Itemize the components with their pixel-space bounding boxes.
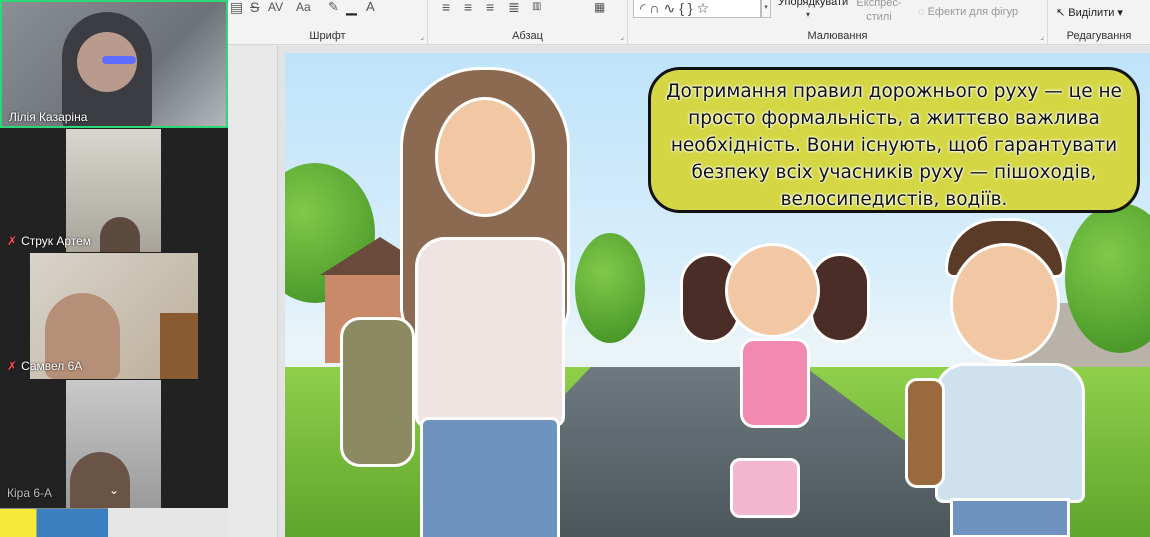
face-shape [435,97,535,217]
participant-name: Лілія Казаріна [9,110,88,124]
backpack-shape [905,378,945,488]
cursor-icon: ↖ [1056,7,1069,19]
slide-canvas[interactable]: Дотримання правил дорожнього руху — це н… [285,53,1150,537]
select-label: Виділити [1068,7,1115,19]
shape-effects-label: Ефекти для фігур [927,6,1019,18]
quick-styles-button[interactable]: Експрес-стилі [853,0,905,24]
jeans-shape [420,417,560,537]
door-shape [160,313,198,379]
font-dialog-launcher-icon[interactable]: ⌟ [420,32,424,41]
participant-name: Кіра 6-А [7,486,53,500]
group-label-font: Шрифт [309,30,346,42]
video-tile-self[interactable]: Лілія Казаріна [0,0,228,128]
top-shape [740,338,810,428]
shirt-shape [415,237,565,427]
face-shape [950,243,1060,363]
slide-mini-thumbnail[interactable] [0,508,108,537]
mic-muted-icon: ✗ [7,234,18,248]
clear-format-icon[interactable]: ▤ [230,0,243,14]
arrange-dropdown-icon[interactable]: ▾ [806,10,810,19]
align-center-icon[interactable]: ≡ [464,0,472,14]
shirt-shape [935,363,1085,503]
char-spacing-icon[interactable]: AV [268,0,283,14]
bubble-text[interactable]: Дотримання правил дорожнього руху — це н… [665,78,1123,213]
change-case-icon[interactable]: Aa [296,0,311,14]
drawing-dialog-launcher-icon[interactable]: ⌟ [1040,32,1044,41]
shape-effects-icon: ◌ [918,6,928,18]
group-label-drawing: Малювання [807,30,868,42]
mic-muted-icon: ✗ [7,359,18,373]
backpack-shape [340,317,415,467]
face-shape [725,243,820,338]
ribbon-group-drawing: ◜∩∿{}☆ ▾ Упорядкувати ▾ Експрес-стилі ◌ … [628,0,1048,45]
ribbon-group-font: ▤ S AV Aa ✎ ▁ A Шрифт ⌟ [228,0,428,45]
brush-icon: ✎ [328,0,339,14]
slide-thumbnail-strip[interactable] [228,46,278,537]
ribbon-group-editing: ↖ Виділити ▾ Редагування [1048,0,1150,45]
align-left-icon[interactable]: ≡ [442,0,450,14]
teen-girl-image [340,67,615,537]
highlight-icon[interactable]: ▁ [346,0,357,14]
chevron-down-icon[interactable]: ⌄ [103,482,125,498]
ribbon: ▤ S AV Aa ✎ ▁ A Шрифт ⌟ ≡ ≡ ≡ ≣ ▥ ▦ Абза… [228,0,1150,45]
paragraph-dialog-launcher-icon[interactable]: ⌟ [620,32,624,41]
jeans-shape [950,498,1070,537]
arrange-button[interactable]: Упорядкувати [778,0,848,8]
shape-effects-button[interactable]: ◌ Ефекти для фігур [918,6,1018,18]
video-tile[interactable]: ✗ Самвел 6А [0,253,228,379]
smartart-icon[interactable]: ▦ [594,0,605,14]
group-label-editing: Редагування [1066,30,1132,42]
video-gallery-panel: Лілія Казаріна ✗ Струк Артем ✗ Самвел 6А К… [0,0,228,508]
select-button[interactable]: ↖ Виділити ▾ [1056,6,1123,19]
column-icon[interactable]: ▥ [532,0,541,14]
skating-girl-image [680,228,870,528]
justify-icon[interactable]: ≣ [508,0,520,14]
video-tile[interactable]: ✗ Струк Артем [0,129,228,252]
boy-image [905,218,1115,537]
align-right-icon[interactable]: ≡ [486,0,494,14]
group-label-paragraph: Абзац [512,30,543,42]
speech-bubble[interactable]: Дотримання правил дорожнього руху — це н… [648,67,1140,213]
person-silhouette [70,452,130,508]
ribbon-group-paragraph: ≡ ≡ ≡ ≣ ▥ ▦ Абзац ⌟ [428,0,628,45]
roller-skates-shape [730,458,800,518]
person-silhouette [100,217,140,252]
shapes-gallery-more-icon[interactable]: ▾ [761,0,771,18]
strikethrough-icon[interactable]: S [250,0,259,14]
glasses-glare [102,56,136,64]
screen: ▤ S AV Aa ✎ ▁ A Шрифт ⌟ ≡ ≡ ≡ ≣ ▥ ▦ Абза… [0,0,1150,537]
shapes-gallery[interactable]: ◜∩∿{}☆ [633,0,761,18]
font-color-icon[interactable]: A [366,0,375,14]
participant-name: ✗ Самвел 6А [7,359,83,373]
participant-name: ✗ Струк Артем [7,234,92,248]
